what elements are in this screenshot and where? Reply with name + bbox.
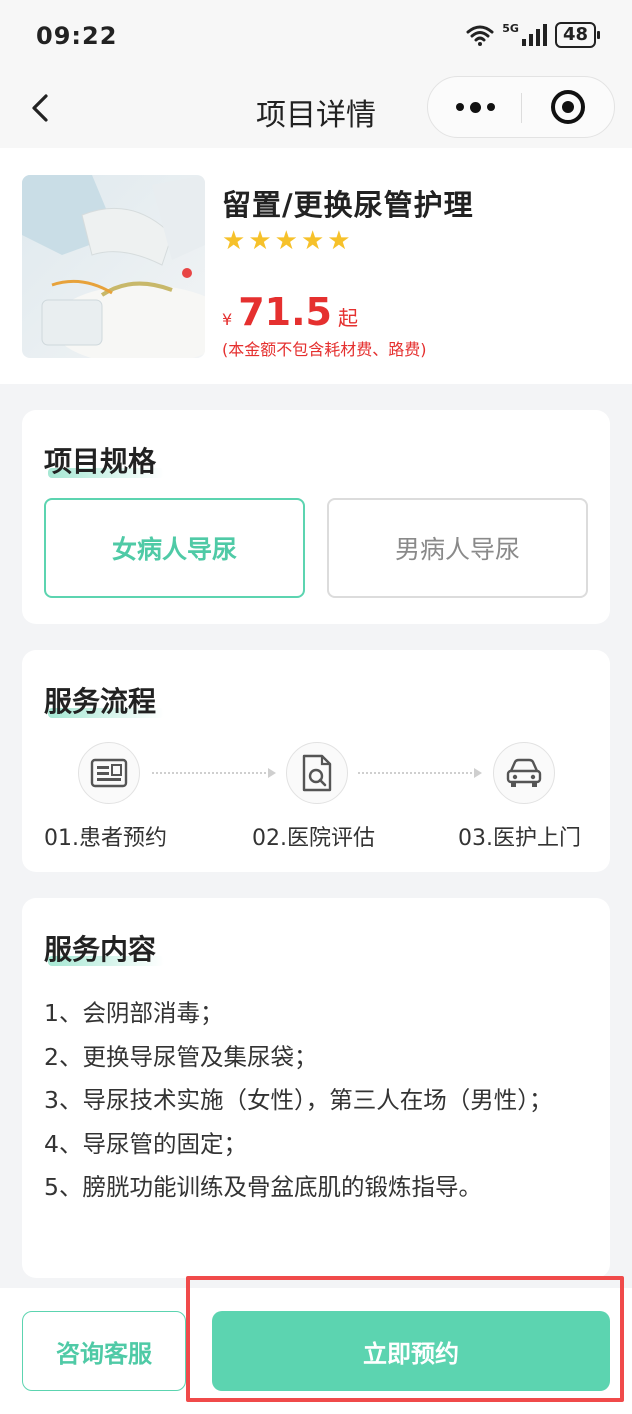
service-content-list: 1、会阴部消毒； 2、更换导尿管及集尿袋； 3、导尿技术实施（女性），第三人在场…	[44, 992, 594, 1210]
close-miniprogram-button[interactable]	[522, 77, 614, 137]
price-note: (本金额不包含耗材费、路费)	[222, 340, 427, 359]
price: ¥ 71.5 起	[222, 290, 358, 334]
rating-stars: ★ ★ ★ ★ ★	[222, 228, 351, 254]
service-flow-card: 服务流程 01.患者预约 02.医院评估 03.医护上门	[22, 650, 610, 872]
miniprogram-capsule	[427, 76, 615, 138]
product-name: 留置/更换尿管护理	[222, 188, 474, 222]
status-icons: 5G 48	[466, 21, 601, 48]
flow-step-1	[78, 742, 140, 804]
flow-arrow	[358, 768, 482, 778]
list-item: 2、更换导尿管及集尿袋；	[44, 1042, 318, 1071]
spec-option-female[interactable]: 女病人导尿	[44, 498, 305, 598]
wifi-icon	[466, 25, 494, 46]
spec-card: 项目规格 女病人导尿 男病人导尿	[22, 410, 610, 624]
flow-step-2	[286, 742, 348, 804]
consult-service-button[interactable]: 咨询客服	[22, 1311, 186, 1391]
flow-step-label: 02.医院评估	[252, 826, 375, 851]
nav-bar: 项目详情	[0, 72, 632, 148]
flow-step-label: 01.患者预约	[44, 826, 167, 851]
price-suffix: 起	[337, 306, 358, 330]
back-button[interactable]	[22, 88, 62, 128]
flow-step-3	[493, 742, 555, 804]
battery-icon: 48	[554, 22, 601, 48]
product-summary: 留置/更换尿管护理 ★ ★ ★ ★ ★ ¥ 71.5 起 (本金额不包含耗材费、路费)	[0, 148, 632, 384]
more-button[interactable]	[428, 77, 522, 137]
section-title: 服务内容	[44, 928, 165, 968]
bottom-action-bar: 咨询客服 立即预约	[0, 1276, 632, 1414]
id-card-icon	[90, 758, 128, 788]
more-dot-icon	[469, 101, 481, 113]
star-icon: ★	[222, 226, 246, 256]
more-dot-icon	[455, 103, 464, 111]
more-dot-icon	[486, 103, 495, 111]
network-label: 5G	[502, 21, 519, 35]
chevron-left-icon	[32, 94, 48, 122]
product-image	[22, 175, 205, 358]
flow-arrow	[152, 768, 276, 778]
list-item: 5、膀胱功能训练及骨盆底肌的锻炼指导。	[44, 1173, 482, 1201]
signal-icon	[521, 24, 547, 46]
status-time: 09:22	[36, 22, 118, 50]
star-icon: ★	[327, 226, 351, 256]
section-title: 项目规格	[44, 440, 165, 480]
flow-step-label: 03.医护上门	[458, 826, 581, 851]
price-value: 71.5	[238, 290, 332, 334]
star-icon: ★	[248, 226, 272, 256]
service-content-card: 服务内容 1、会阴部消毒； 2、更换导尿管及集尿袋； 3、导尿技术实施（女性），…	[22, 898, 610, 1278]
book-now-button[interactable]: 立即预约	[212, 1311, 610, 1391]
section-title: 服务流程	[44, 680, 165, 720]
list-item: 4、导尿管的固定；	[44, 1129, 247, 1158]
car-icon	[506, 758, 542, 787]
star-icon: ★	[274, 226, 298, 256]
status-bar: 09:22 5G 48	[0, 0, 632, 72]
list-item: 1、会阴部消毒；	[44, 999, 224, 1027]
spec-option-male[interactable]: 男病人导尿	[327, 498, 588, 598]
list-item: 3、导尿技术实施（女性），第三人在场（男性）；	[44, 1086, 553, 1114]
target-icon	[551, 90, 585, 124]
document-search-icon	[302, 754, 332, 792]
currency-symbol: ¥	[222, 310, 233, 329]
star-icon: ★	[300, 226, 325, 256]
